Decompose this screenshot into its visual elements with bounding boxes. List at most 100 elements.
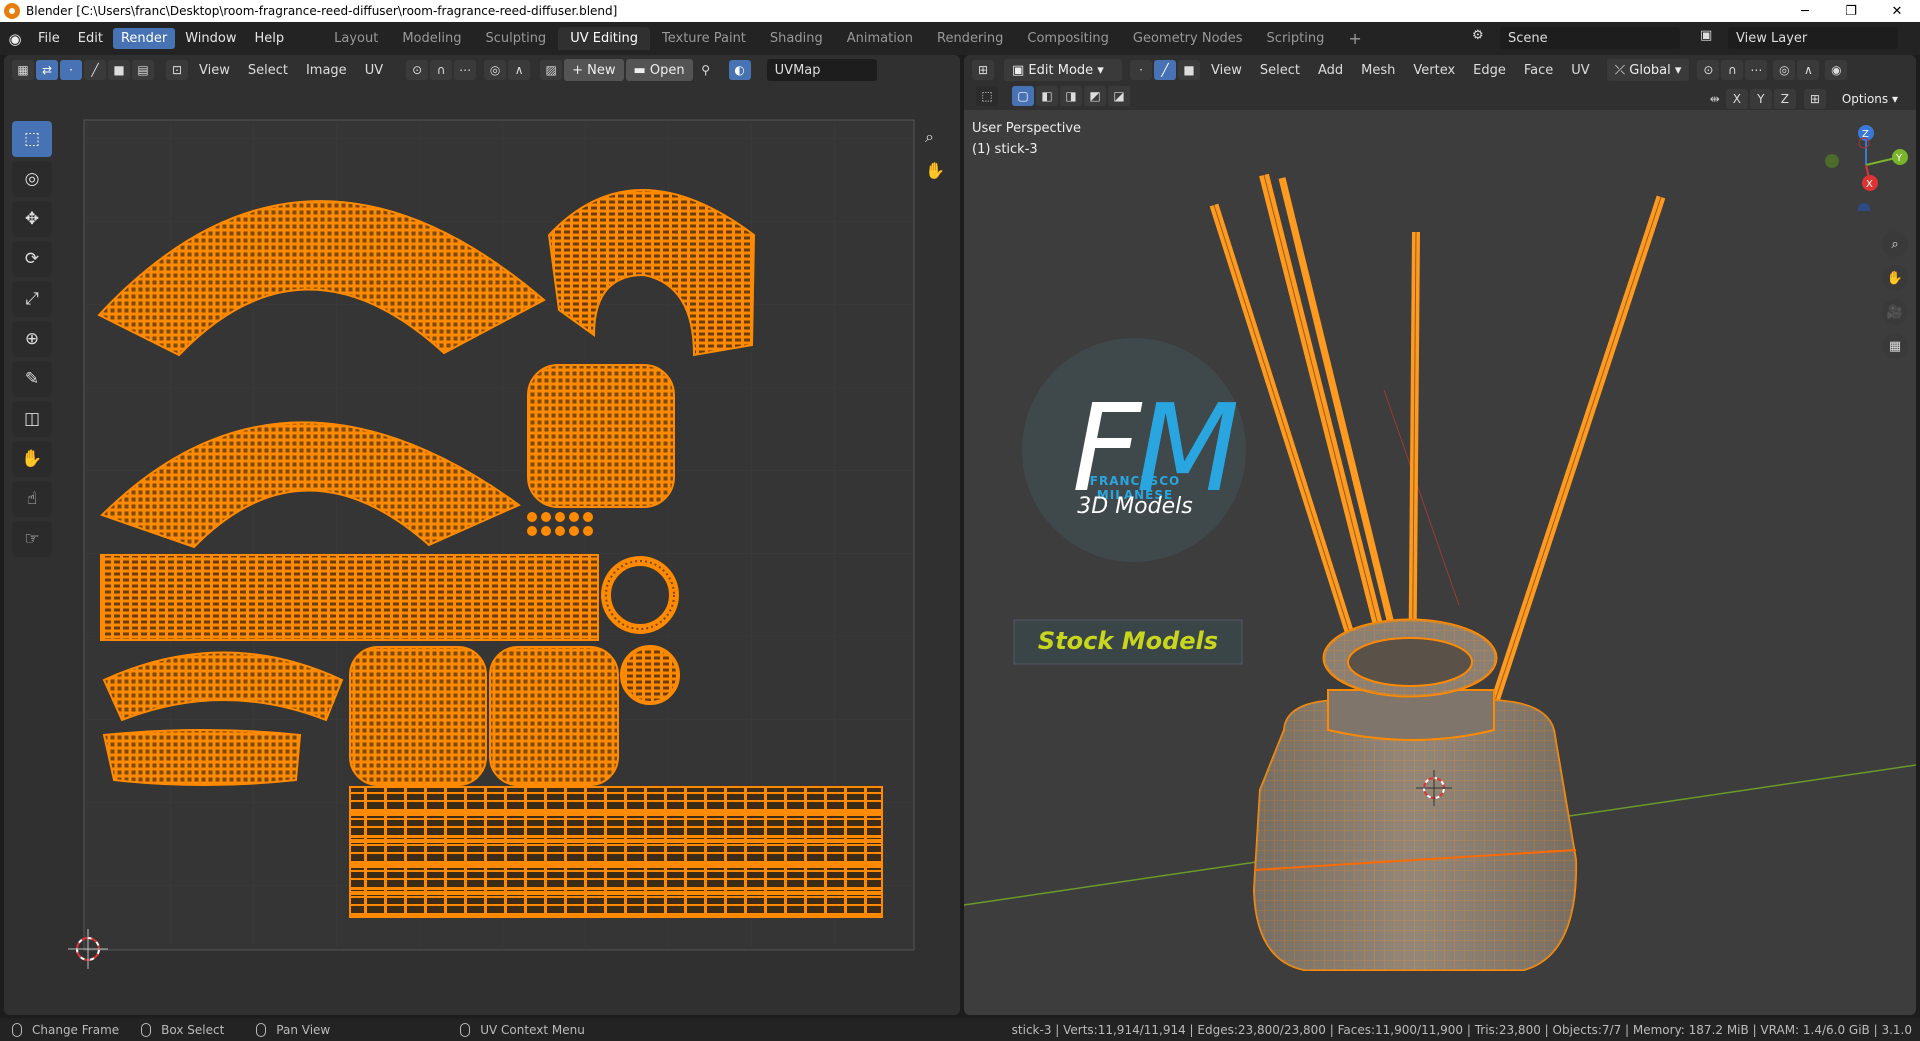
mouse-left-icon [12, 1022, 22, 1037]
vp-menu-add[interactable]: Add [1309, 60, 1352, 81]
cursor-tool-icon[interactable]: ◎ [12, 161, 52, 197]
menu-window[interactable]: Window [177, 28, 244, 49]
tab-scripting[interactable]: Scripting [1255, 27, 1337, 50]
camera-view-icon[interactable]: 🎥 [1882, 299, 1908, 325]
vp-snap-target-icon[interactable]: ⋯ [1745, 60, 1768, 80]
uv-island-square-3 [489, 646, 619, 786]
tab-layout[interactable]: Layout [322, 27, 390, 50]
close-button[interactable]: ✕ [1874, 0, 1920, 22]
face-mode-icon[interactable]: ■ [1178, 60, 1200, 80]
viewport-panel: ⊞ ▣ Edit Mode ▾ · ╱ ■ View Select Add Me… [964, 55, 1916, 1015]
vp-menu-edge[interactable]: Edge [1464, 60, 1515, 81]
tab-shading[interactable]: Shading [758, 27, 835, 50]
viewport-canvas[interactable]: F M [964, 110, 1916, 1015]
scene-selector[interactable]: Scene [1500, 27, 1680, 49]
navigation-gizmo[interactable]: Z Y X [1820, 121, 1916, 211]
scene-icon[interactable]: ⚙ [1472, 28, 1484, 43]
mirror-x-button[interactable]: X [1725, 89, 1748, 109]
select-box-tool-icon[interactable]: ⬚ [12, 121, 52, 157]
tab-geometry-nodes[interactable]: Geometry Nodes [1121, 27, 1255, 50]
add-workspace-button[interactable]: + [1336, 25, 1373, 52]
tab-animation[interactable]: Animation [835, 27, 925, 50]
hint-uv-context-label: UV Context Menu [480, 1022, 585, 1037]
vertex-mode-icon[interactable]: · [1130, 60, 1152, 80]
pan-hand-icon[interactable]: ✋ [925, 161, 945, 180]
ortho-toggle-icon[interactable]: ▦ [1882, 333, 1908, 359]
tab-sculpting[interactable]: Sculpting [473, 27, 558, 50]
menu-file[interactable]: File [30, 28, 68, 49]
gizmo-y-label: Y [1895, 153, 1903, 164]
vp-select-extend-icon[interactable]: ◧ [1036, 86, 1058, 106]
view-perspective-label: User Perspective [972, 121, 1082, 136]
zoom-gizmo-icon[interactable]: ⌕ [1882, 231, 1908, 257]
tab-rendering[interactable]: Rendering [925, 27, 1015, 50]
vp-menu-select[interactable]: Select [1251, 60, 1309, 81]
vp-menu-uv[interactable]: UV [1562, 60, 1598, 81]
view-layer-selector[interactable]: View Layer [1728, 27, 1898, 49]
uv-toolbar: ⬚ ◎ ✥ ⟳ ⤢ ⊕ ✎ ◫ ✋ ☝ ☞ [12, 121, 54, 561]
pinch-tool-icon[interactable]: ☞ [12, 521, 52, 557]
options-button[interactable]: Options ▾ [1834, 88, 1906, 110]
vp-menu-vertex[interactable]: Vertex [1404, 60, 1464, 81]
vp-pivot-icon[interactable]: ⊙ [1697, 60, 1720, 80]
vp-menu-mesh[interactable]: Mesh [1352, 60, 1404, 81]
vp-menu-face[interactable]: Face [1515, 60, 1562, 81]
zoom-icon[interactable]: ⌕ [925, 127, 934, 147]
annotate-tool-icon[interactable]: ✎ [12, 361, 52, 397]
vp-proportional-icon[interactable]: ◎ [1773, 60, 1796, 80]
view-layer-name: View Layer [1736, 30, 1808, 46]
vp-select-tool-icon[interactable]: ⬚ [976, 86, 998, 106]
edge-mode-icon[interactable]: ╱ [1154, 60, 1176, 80]
uv-island-square-2 [349, 646, 487, 786]
maximize-button[interactable]: ❐ [1828, 0, 1874, 22]
auto-merge-icon[interactable]: ⊞ [1803, 89, 1826, 109]
svg-text:F: F [1072, 380, 1143, 519]
gizmo-x-label: X [1866, 179, 1873, 190]
blender-menu-icon[interactable]: ◉ [0, 30, 30, 48]
minimize-button[interactable]: ─ [1782, 0, 1828, 22]
uv-island-strip [100, 554, 599, 641]
vp-snap-icon[interactable]: ∩ [1721, 60, 1744, 80]
transform-tool-icon[interactable]: ⊕ [12, 321, 52, 357]
scene-statistics: stick-3 | Verts:11,914/11,914 | Edges:23… [1011, 1022, 1912, 1037]
tab-texture-paint[interactable]: Texture Paint [650, 27, 758, 50]
view-layer-icon[interactable]: ▣ [1700, 28, 1712, 43]
vp-select-intersect-icon[interactable]: ◪ [1108, 86, 1130, 106]
active-object-label: (1) stick-3 [972, 142, 1038, 157]
grab-tool-icon[interactable]: ✋ [12, 441, 52, 477]
mouse-context-icon [460, 1022, 471, 1037]
viewport-editor-type-icon[interactable]: ⊞ [972, 60, 994, 80]
watermark-banner [1013, 619, 1243, 665]
vp-visibility-icon[interactable]: ◉ [1825, 60, 1848, 80]
status-bar: Change Frame Box Select Pan View UV Cont… [0, 1018, 1920, 1041]
menu-help[interactable]: Help [247, 28, 293, 49]
options-label: Options [1841, 92, 1889, 106]
rotate-tool-icon[interactable]: ⟳ [12, 241, 52, 277]
menu-edit[interactable]: Edit [70, 28, 111, 49]
vp-select-invert-icon[interactable]: ◩ [1084, 86, 1106, 106]
vp-select-new-icon[interactable]: ▢ [1012, 86, 1034, 106]
uv-canvas[interactable] [4, 55, 960, 1015]
relax-tool-icon[interactable]: ☝ [12, 481, 52, 517]
uv-island-square-1 [527, 364, 675, 508]
transform-orientation-selector[interactable]: ⤫ Global ▾ [1606, 59, 1690, 81]
vp-falloff-icon[interactable]: ∧ [1797, 60, 1820, 80]
hint-box-select-label: Box Select [161, 1022, 225, 1037]
move-tool-icon[interactable]: ✥ [12, 201, 52, 237]
scale-tool-icon[interactable]: ⤢ [12, 281, 52, 317]
vp-select-row: ⬚ ▢ ◧ ◨ ◩ ◪ [976, 86, 1132, 106]
tab-modeling[interactable]: Modeling [390, 27, 473, 50]
mirror-z-button[interactable]: Z [1773, 89, 1796, 109]
vp-select-subtract-icon[interactable]: ◨ [1060, 86, 1082, 106]
mirror-y-button[interactable]: Y [1749, 89, 1772, 109]
mode-selector[interactable]: ▣ Edit Mode ▾ [1004, 59, 1122, 81]
tab-uv-editing[interactable]: UV Editing [558, 27, 651, 50]
menu-render[interactable]: Render [112, 28, 176, 49]
pan-gizmo-icon[interactable]: ✋ [1882, 265, 1908, 291]
hint-pan-view-label: Pan View [276, 1022, 331, 1037]
tab-compositing[interactable]: Compositing [1015, 27, 1121, 50]
svg-text:M: M [1136, 380, 1240, 519]
rip-tool-icon[interactable]: ◫ [12, 401, 52, 437]
uv-island-band-2 [102, 729, 302, 786]
vp-menu-view[interactable]: View [1202, 60, 1251, 81]
